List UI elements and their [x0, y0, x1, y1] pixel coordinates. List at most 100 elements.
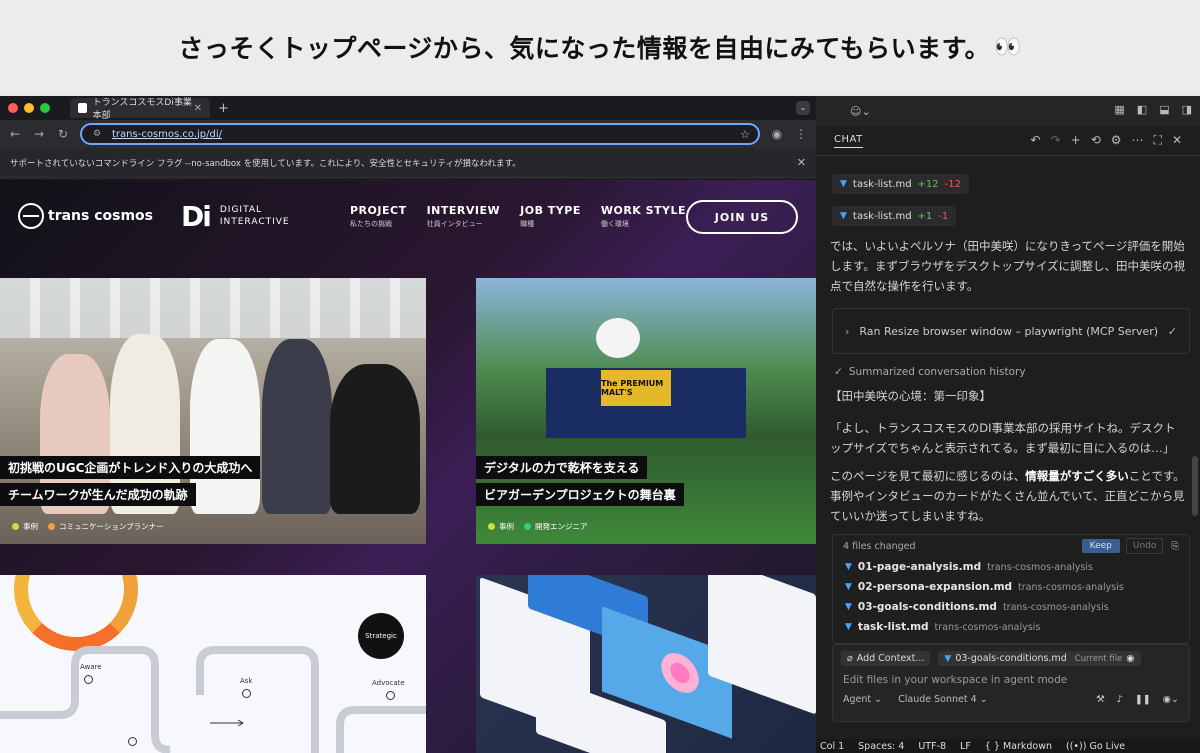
nav-interview[interactable]: INTERVIEW 社員インタビュー: [427, 204, 501, 229]
browser-tab[interactable]: トランスコスモスDi事業本部 ✕: [70, 98, 210, 121]
undo-icon[interactable]: ↶: [1031, 133, 1041, 148]
chat-title[interactable]: CHAT: [834, 134, 863, 148]
status-col[interactable]: Col 1: [820, 741, 844, 752]
status-spaces[interactable]: Spaces: 4: [858, 741, 904, 752]
nav-project[interactable]: PROJECT 私たちの挑戦: [350, 204, 407, 229]
language-label: Markdown: [1002, 740, 1052, 752]
status-language[interactable]: { } Markdown: [985, 741, 1052, 752]
context-row: ⌀ Add Context... ▼ 03-goals-conditions.m…: [833, 645, 1189, 672]
send-icon[interactable]: ◉⌄: [1163, 694, 1179, 705]
chat-analysis-para: このページを見て最初に感じるのは、情報量がすごく多いことです。事例やインタビュー…: [830, 466, 1186, 526]
close-icon[interactable]: ✕: [1172, 133, 1182, 148]
reload-icon[interactable]: ↻: [56, 127, 70, 141]
undo-button[interactable]: Undo: [1125, 538, 1164, 554]
file-change-icon: ▼: [845, 622, 852, 632]
maximize-icon[interactable]: ⛶: [1154, 133, 1162, 148]
profile-icon[interactable]: ◉: [770, 127, 784, 141]
warning-close-icon[interactable]: ✕: [797, 156, 806, 169]
open-diff-icon[interactable]: ⎘: [1171, 541, 1179, 552]
file-name: 02-persona-expansion.md: [857, 581, 1013, 593]
advocate-label: Advocate: [372, 679, 405, 687]
redo-icon[interactable]: ↷: [1051, 133, 1061, 148]
site-info-icon[interactable]: ⚙: [90, 129, 104, 139]
chip-filename: task-list.md: [852, 178, 912, 190]
photo-person: [330, 364, 420, 514]
toggle-sidebar-icon[interactable]: ◧: [1137, 103, 1147, 116]
nav-job-type[interactable]: JOB TYPE 職種: [520, 204, 581, 229]
nav-sublabel: 社員インタビュー: [426, 220, 483, 228]
lines-removed: -12: [944, 178, 961, 190]
microphone-icon[interactable]: ♪: [1117, 694, 1123, 705]
site-nav: PROJECT 私たちの挑戦 INTERVIEW 社員インタビュー JOB TY…: [350, 204, 686, 229]
project-card-beer-garden[interactable]: The PREMIUM MALT'S デジタルの力で乾杯を支える ビアガーデンプ…: [476, 278, 816, 544]
join-us-button[interactable]: JOIN US: [686, 200, 798, 234]
toggle-secondary-icon[interactable]: ◨: [1182, 103, 1192, 116]
file-row[interactable]: ▼ 03-goals-conditions.md trans-cosmos-an…: [833, 597, 1189, 617]
eye-icon[interactable]: ◉: [1126, 653, 1134, 664]
file-row[interactable]: ▼ task-list.md trans-cosmos-analysis: [833, 617, 1189, 637]
project-card-strategy[interactable]: Strategic Aware Ask Advocate: [0, 575, 426, 753]
tab-search-icon[interactable]: ⌄: [796, 101, 810, 115]
warning-bar: サポートされていないコマンドライン フラグ --no-sandbox を使用して…: [0, 148, 816, 178]
forward-icon[interactable]: →: [32, 127, 46, 141]
card-tags: 事例 開発エンジニア: [488, 521, 588, 532]
chat-header: CHAT ↶ ↷ + ⟲ ⚙ ⋯ ⛶ ✕: [816, 126, 1200, 156]
strategic-badge: Strategic: [358, 613, 404, 659]
keep-button[interactable]: Keep: [1081, 539, 1120, 553]
nav-work-style[interactable]: WORK STYLE 働く環境: [601, 204, 686, 229]
aware-label: Aware: [80, 663, 102, 671]
project-card-web-screens[interactable]: [476, 575, 816, 753]
chat-scrollbar[interactable]: [1192, 456, 1198, 516]
office-ceiling: [0, 278, 426, 338]
layout-icon[interactable]: ▦: [1114, 103, 1124, 116]
file-dir: trans-cosmos-analysis: [1018, 581, 1124, 593]
browser-toolbar: ← → ↻ ⚙ trans-cosmos.co.jp/di/ ☆ ◉ ⋮: [0, 120, 816, 148]
copilot-icon[interactable]: ☺⌄: [850, 105, 871, 118]
summary-row[interactable]: ✓ Summarized conversation history: [834, 366, 1026, 378]
headline-line-2: ビアガーデンプロジェクトの舞台裏: [476, 483, 684, 506]
file-row[interactable]: ▼ 02-persona-expansion.md trans-cosmos-a…: [833, 577, 1189, 597]
file-dir: trans-cosmos-analysis: [1002, 601, 1109, 613]
changed-file-chip[interactable]: ▼ task-list.md +1 -1: [832, 206, 957, 226]
current-file-chip[interactable]: ▼ 03-goals-conditions.md Current file ◉: [938, 651, 1141, 666]
chat-input[interactable]: Edit files in your workspace in agent mo…: [833, 672, 1189, 688]
file-row[interactable]: ▼ 01-page-analysis.md trans-cosmos-analy…: [833, 557, 1189, 577]
changed-file-chip[interactable]: ▼ task-list.md +12 -12: [832, 174, 969, 194]
nav-label: INTERVIEW: [426, 204, 501, 217]
new-chat-icon[interactable]: +: [1071, 133, 1081, 148]
address-bar[interactable]: ⚙ trans-cosmos.co.jp/di/ ☆: [80, 123, 760, 145]
status-golive[interactable]: ((•)) Go Live: [1066, 741, 1125, 752]
back-icon[interactable]: ←: [8, 127, 22, 141]
tab-close-icon[interactable]: ✕: [194, 103, 202, 114]
tools-icon[interactable]: ⚒: [1096, 694, 1105, 705]
maximize-window-button[interactable]: [40, 103, 50, 113]
project-card-ugc[interactable]: 初挑戦のUGC企画がトレンド入りの大成功へ チームワークが生んだ成功の軌跡 事例…: [0, 278, 426, 544]
lines-removed: -1: [938, 210, 949, 222]
di-logo[interactable]: Di: [181, 200, 212, 233]
toggle-panel-icon[interactable]: ⬓: [1159, 103, 1169, 116]
mode-select[interactable]: Agent ⌄: [843, 694, 882, 705]
model-select[interactable]: Claude Sonnet 4 ⌄: [898, 694, 988, 705]
gear-icon[interactable]: ⚙: [1111, 133, 1122, 148]
tool-call-row[interactable]: › Ran Resize browser window – playwright…: [832, 308, 1190, 354]
transcosmos-logo[interactable]: trans cosmos: [18, 203, 153, 229]
status-eol[interactable]: LF: [960, 741, 971, 752]
new-tab-icon[interactable]: +: [218, 101, 229, 116]
warning-text: サポートされていないコマンドライン フラグ --no-sandbox を使用して…: [10, 158, 521, 169]
minimize-window-button[interactable]: [24, 103, 34, 113]
add-context-button[interactable]: ⌀ Add Context...: [841, 651, 931, 666]
chat-input-box: ⌀ Add Context... ▼ 03-goals-conditions.m…: [832, 644, 1190, 722]
pause-icon[interactable]: ❚❚: [1135, 694, 1151, 705]
tag-dot-icon: [524, 523, 531, 530]
chip-filename: task-list.md: [852, 210, 912, 222]
bookmark-star-icon[interactable]: ☆: [740, 128, 750, 141]
more-icon[interactable]: ⋯: [1132, 133, 1144, 148]
close-window-button[interactable]: [8, 103, 18, 113]
ask-label: Ask: [240, 677, 253, 685]
check-icon: ✓: [1167, 324, 1177, 338]
history-icon[interactable]: ⟲: [1091, 133, 1101, 148]
status-encoding[interactable]: UTF-8: [918, 741, 946, 752]
menu-icon[interactable]: ⋮: [794, 127, 808, 141]
para-emphasis: 情報量がすごく多い: [1025, 469, 1129, 483]
headline-line-1: 初挑戦のUGC企画がトレンド入りの大成功へ: [0, 456, 261, 479]
